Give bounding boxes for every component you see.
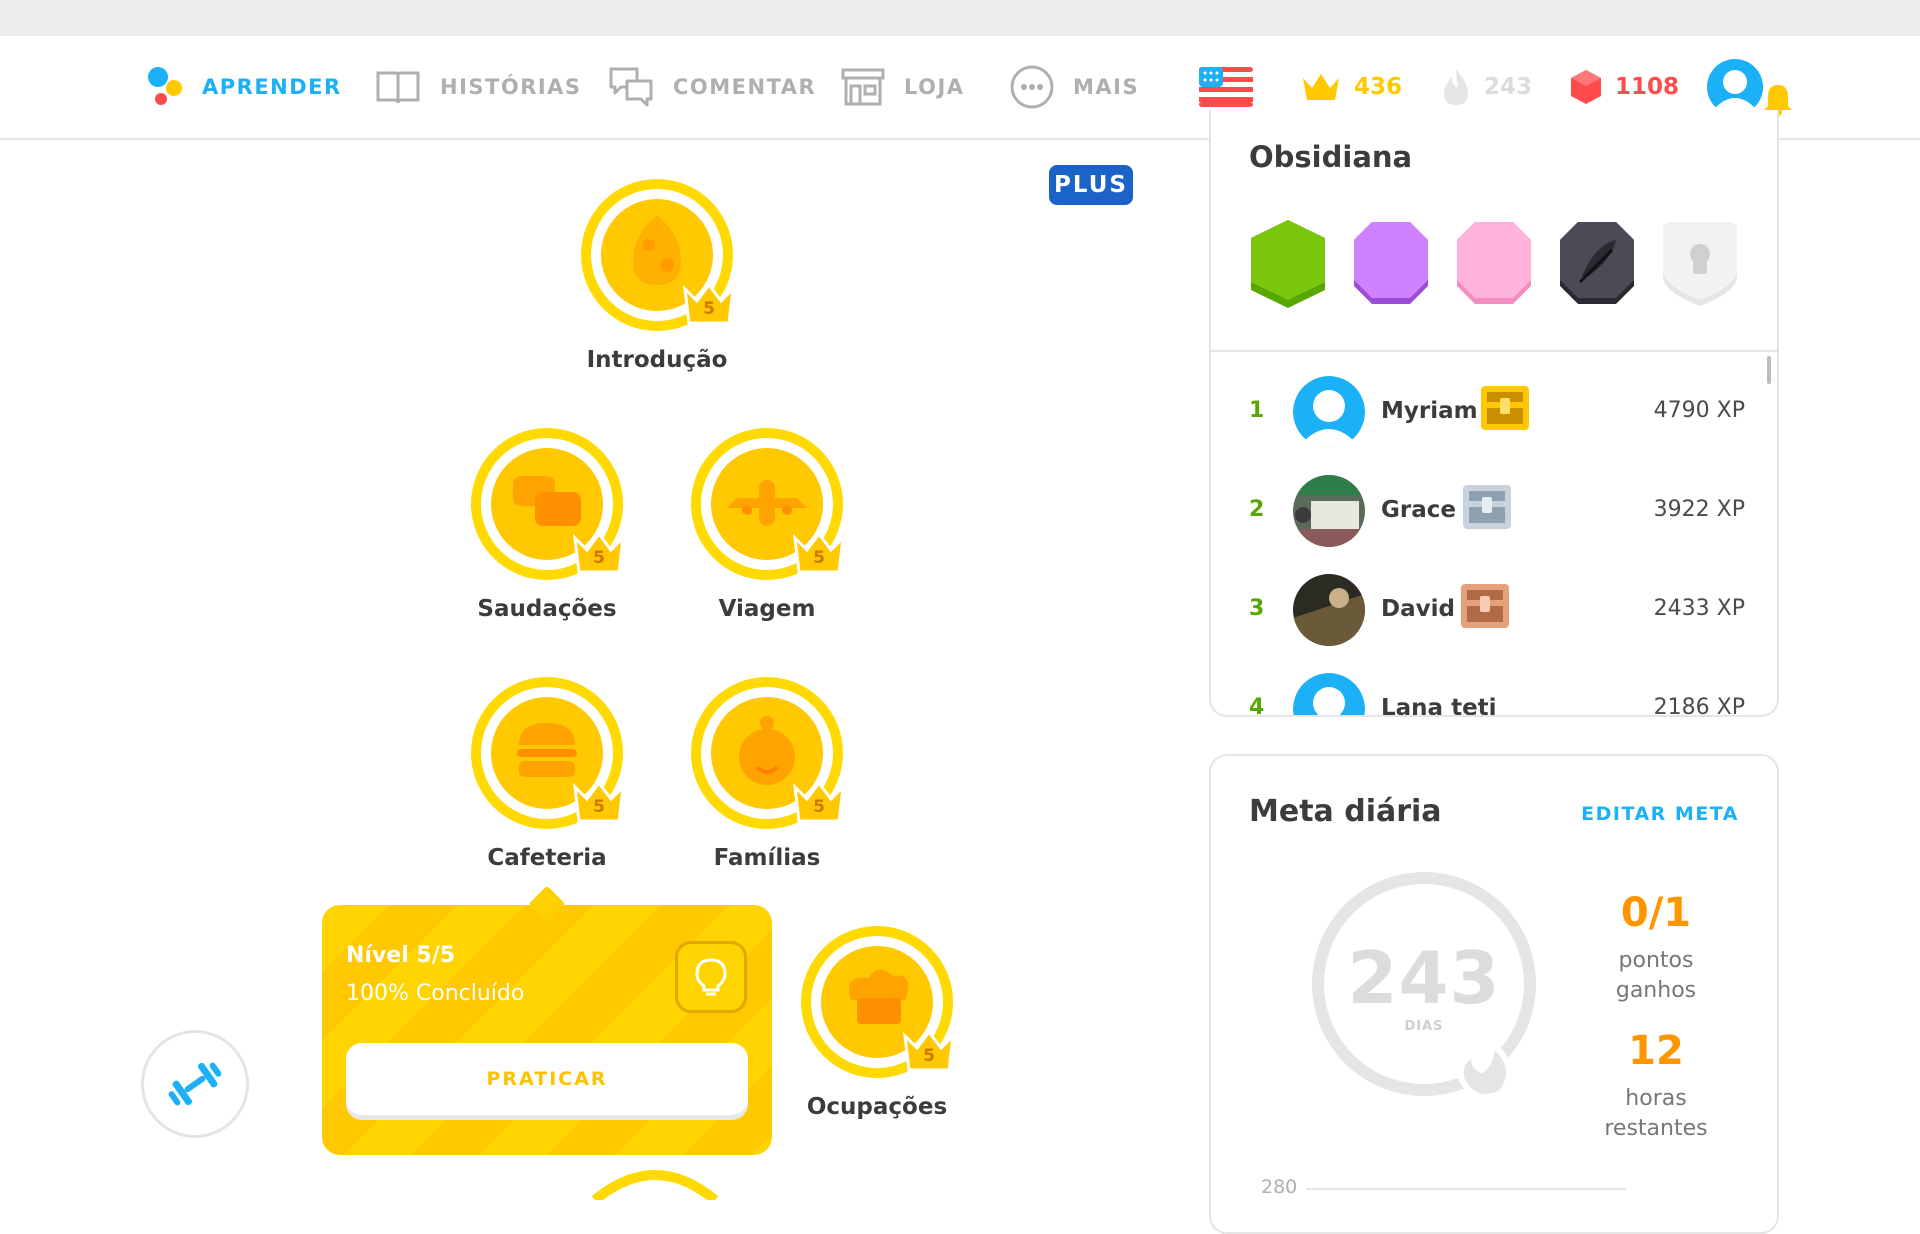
avatar xyxy=(1293,673,1365,715)
obsidian-league-icon xyxy=(1560,222,1634,304)
nav-discuss[interactable]: COMENTAR xyxy=(607,36,816,138)
avatar xyxy=(1707,59,1763,115)
leaderboard-rank: 4 xyxy=(1249,695,1265,717)
skill-cafe[interactable]: 5 Cafeteria xyxy=(462,673,632,871)
nav-shop[interactable]: LOJA xyxy=(840,36,965,138)
skill-family[interactable]: 5 Famílias xyxy=(682,673,852,871)
emerald-league-icon xyxy=(1251,220,1325,308)
league-card: Obsidiana 1 Myriam 4790 XP 2 Grace 3922 … xyxy=(1209,110,1779,717)
more-icon xyxy=(1010,65,1054,109)
amethyst-league-icon xyxy=(1354,222,1428,304)
leaderboard-xp: 2433 XP xyxy=(1653,596,1745,621)
skill-label: Famílias xyxy=(713,845,821,871)
leaderboard-name: Grace xyxy=(1381,497,1456,523)
leaderboard-xp: 3922 XP xyxy=(1653,497,1745,522)
skill-label: Ocupações xyxy=(806,1094,948,1120)
crown-badge: 5 xyxy=(571,780,627,825)
crown-badge: 5 xyxy=(791,531,847,576)
points-earned: 0/1 xyxy=(1620,890,1692,936)
crown-badge: 5 xyxy=(791,780,847,825)
edit-goal-link[interactable]: EDITAR META xyxy=(1581,803,1739,825)
nav-stories[interactable]: HISTÓRIAS xyxy=(374,36,582,138)
discuss-icon xyxy=(609,67,653,107)
leaderboard-xp: 4790 XP xyxy=(1653,398,1745,423)
league-title: Obsidiana xyxy=(1249,140,1413,174)
us-flag-icon xyxy=(1199,67,1253,107)
crown-badge: 5 xyxy=(571,531,627,576)
nav-more[interactable]: MAIS xyxy=(1009,36,1139,138)
gems-count: 1108 xyxy=(1615,74,1680,100)
popup-level: Nível 5/5 xyxy=(346,943,456,968)
shop-icon xyxy=(841,68,885,106)
locked-league-icon xyxy=(1663,222,1737,306)
points-label-2: ganhos xyxy=(1615,978,1697,1003)
daily-goal-card: Meta diária EDITAR META 243 DIAS 0/1 pon… xyxy=(1209,754,1779,1234)
leaderboard-row[interactable]: 1 Myriam 4790 XP xyxy=(1211,362,1777,461)
streak-count: 243 xyxy=(1484,74,1533,100)
crown-badge: 5 xyxy=(901,1029,957,1074)
hours-label-1: horas xyxy=(1625,1086,1687,1111)
nav-more-label: MAIS xyxy=(1073,75,1140,99)
practice-weights-button[interactable] xyxy=(141,1030,249,1138)
leaderboard-rank: 1 xyxy=(1249,398,1265,423)
avatar xyxy=(1293,376,1365,448)
bronze-chest-icon xyxy=(1461,584,1509,628)
pearl-league-icon xyxy=(1457,222,1531,304)
streak-days-label: DIAS xyxy=(1404,1019,1444,1034)
skill-label: Viagem xyxy=(718,596,816,622)
hours-remaining: 12 xyxy=(1628,1028,1684,1074)
gem-icon xyxy=(1571,70,1601,104)
gold-chest-icon xyxy=(1481,386,1529,430)
leaderboard-row[interactable]: 4 Lana teti 2186 XP xyxy=(1211,659,1777,717)
lightbulb-icon xyxy=(695,958,727,996)
leaderboard-name: Lana teti xyxy=(1381,695,1497,717)
avatar xyxy=(1293,574,1365,646)
xp-axis-line xyxy=(1306,1188,1626,1190)
leaderboard-name: Myriam xyxy=(1381,398,1478,424)
leaderboard-row[interactable]: 2 Grace 3922 XP xyxy=(1211,461,1777,560)
skill-popup: Nível 5/5 100% Concluído PRATICAR xyxy=(322,905,772,1155)
dumbbell-icon xyxy=(168,1062,222,1106)
avatar xyxy=(1293,475,1365,547)
leaderboard-rank: 3 xyxy=(1249,596,1265,621)
silver-chest-icon xyxy=(1463,485,1511,529)
popup-progress: 100% Concluído xyxy=(346,981,525,1006)
plus-badge[interactable]: PLUS xyxy=(1049,165,1133,205)
skill-label: Saudações xyxy=(477,596,617,622)
skill-jobs[interactable]: 5 Ocupações xyxy=(792,922,962,1120)
crowns-count: 436 xyxy=(1354,74,1403,100)
practice-button[interactable]: PRATICAR xyxy=(346,1043,748,1115)
skill-greetings[interactable]: 5 Saudações xyxy=(462,424,632,622)
points-label-1: pontos xyxy=(1618,948,1694,973)
xp-axis-label: 280 xyxy=(1261,1176,1298,1198)
hours-label-2: restantes xyxy=(1604,1116,1708,1141)
crown-badge: 5 xyxy=(681,282,737,327)
book-icon xyxy=(376,71,420,104)
league-divider xyxy=(1211,350,1777,352)
nav-learn-label: APRENDER xyxy=(202,75,342,99)
crown-icon xyxy=(1303,74,1339,100)
streak-days: 243 xyxy=(1347,936,1501,1020)
streak-flame-icon xyxy=(1444,69,1468,105)
learn-icon xyxy=(148,67,182,105)
nav-shop-label: LOJA xyxy=(904,75,965,99)
leaderboard-name: David xyxy=(1381,596,1455,622)
skill-label: Cafeteria xyxy=(487,845,607,871)
tips-button[interactable] xyxy=(675,941,747,1013)
nav-discuss-label: COMENTAR xyxy=(673,75,817,99)
leaderboard-row[interactable]: 3 David 2433 XP xyxy=(1211,560,1777,659)
leaderboard-xp: 2186 XP xyxy=(1653,695,1745,717)
skill-label: Introdução xyxy=(586,347,728,373)
nav-stories-label: HISTÓRIAS xyxy=(440,75,582,99)
browser-top-strip xyxy=(0,0,1920,36)
skill-travel[interactable]: 5 Viagem xyxy=(682,424,852,622)
skill-intro[interactable]: 5 Introdução xyxy=(572,175,742,373)
leaderboard-rank: 2 xyxy=(1249,497,1265,522)
nav-learn[interactable]: APRENDER xyxy=(146,36,342,138)
daily-goal-title: Meta diária xyxy=(1249,794,1442,829)
next-skill-partial[interactable] xyxy=(590,1170,720,1200)
